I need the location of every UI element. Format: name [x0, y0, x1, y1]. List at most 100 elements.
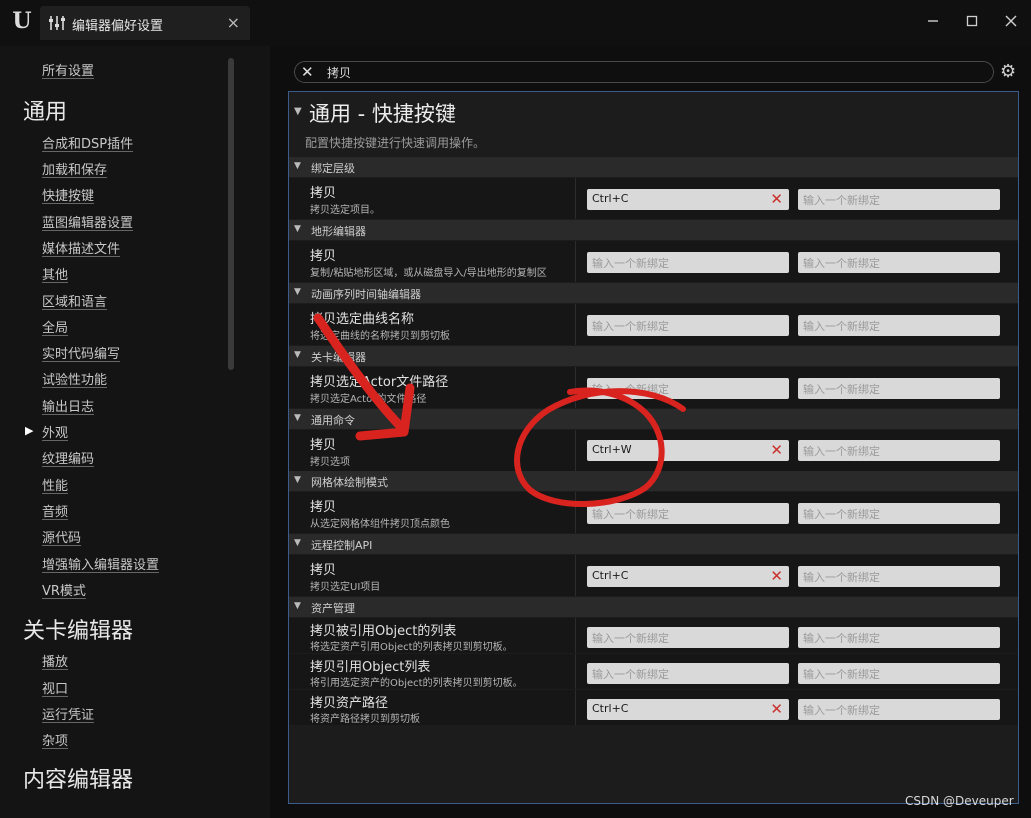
clear-binding-icon[interactable]: ✕ — [770, 189, 783, 210]
category-label: 远程控制API — [311, 539, 373, 552]
binding-field-secondary[interactable]: 输入一个新绑定 — [798, 566, 1000, 587]
sidebar-item[interactable]: 增强输入编辑器设置 — [42, 554, 159, 573]
search-input[interactable] — [327, 63, 967, 81]
sidebar-item[interactable]: 蓝图编辑器设置 — [42, 212, 133, 231]
sidebar-item[interactable]: 运行凭证 — [42, 704, 94, 723]
sidebar-item[interactable]: 全局 — [42, 317, 68, 336]
binding-field-secondary[interactable]: 输入一个新绑定 — [798, 252, 1000, 273]
expand-arrow-icon[interactable]: ▶ — [25, 424, 33, 437]
binding-field-secondary[interactable]: 输入一个新绑定 — [798, 663, 1000, 684]
binding-field-primary[interactable]: Ctrl+C ✕ — [587, 566, 789, 587]
tab-close-button[interactable]: × — [227, 13, 240, 32]
collapse-triangle-icon: ▼ — [294, 350, 301, 360]
clear-binding-icon[interactable]: ✕ — [770, 566, 783, 587]
binding-placeholder: 输入一个新绑定 — [592, 668, 669, 681]
binding-field-primary[interactable]: 输入一个新绑定 — [587, 503, 789, 524]
binding-field-primary[interactable]: 输入一个新绑定 — [587, 627, 789, 648]
sidebar-item[interactable]: 播放 — [42, 651, 68, 670]
binding-field-secondary[interactable]: 输入一个新绑定 — [798, 440, 1000, 461]
settings-sidebar: 所有设置 通用 合成和DSP插件 加载和保存 快捷按键 蓝图编辑器设置 媒体描述… — [0, 46, 270, 818]
binding-field-primary[interactable]: 输入一个新绑定 — [587, 663, 789, 684]
sidebar-heading-general: 通用 — [23, 100, 68, 125]
sidebar-item[interactable]: 合成和DSP插件 — [42, 133, 133, 152]
clear-binding-icon[interactable]: ✕ — [770, 699, 783, 720]
page-description: 配置快捷按键进行快速调用操作。 — [305, 136, 486, 150]
sidebar-item-all-settings[interactable]: 所有设置 — [42, 60, 94, 79]
command-title: 拷贝 — [310, 563, 337, 578]
category-header[interactable]: ▼ 通用命令 — [289, 409, 1018, 429]
gear-icon[interactable]: ⚙ — [1000, 62, 1016, 82]
minimize-icon — [928, 20, 938, 22]
binding-field-secondary[interactable]: 输入一个新绑定 — [798, 189, 1000, 210]
binding-field-primary[interactable]: Ctrl+W ✕ — [587, 440, 789, 461]
title-bar: U 编辑器偏好设置 × — [0, 0, 1031, 46]
command-description: 从选定网格体组件拷贝顶点颜色 — [310, 519, 450, 530]
binding-field-secondary[interactable]: 输入一个新绑定 — [798, 503, 1000, 524]
sidebar-item[interactable]: 性能 — [42, 475, 68, 494]
binding-value: Ctrl+C — [592, 569, 629, 582]
editor-preferences-tab[interactable]: 编辑器偏好设置 × — [40, 6, 250, 40]
column-divider — [575, 690, 576, 725]
page-title: 通用 - 快捷按键 — [309, 102, 456, 126]
watermark: CSDN @Deveuper — [905, 794, 1014, 808]
command-title: 拷贝选定曲线名称 — [310, 312, 415, 327]
category-header[interactable]: ▼ 动画序列时间轴编辑器 — [289, 283, 1018, 303]
sidebar-item[interactable]: 杂项 — [42, 730, 68, 749]
binding-placeholder: 输入一个新绑定 — [803, 632, 880, 645]
command-description: 拷贝选项 — [310, 457, 350, 468]
category-header[interactable]: ▼ 资产管理 — [289, 597, 1018, 617]
clear-binding-icon[interactable]: ✕ — [770, 440, 783, 461]
sidebar-item[interactable]: 实时代码编写 — [42, 343, 120, 362]
binding-field-secondary[interactable]: 输入一个新绑定 — [798, 699, 1000, 720]
sidebar-item[interactable]: 输出日志 — [42, 396, 94, 415]
sidebar-item[interactable]: 媒体描述文件 — [42, 238, 120, 257]
sidebar-item-appearance[interactable]: 外观 — [42, 422, 68, 441]
sidebar-item[interactable]: VR模式 — [42, 580, 86, 599]
minimize-button[interactable] — [918, 10, 948, 32]
category-label: 绑定层级 — [311, 162, 355, 175]
binding-field-secondary[interactable]: 输入一个新绑定 — [798, 315, 1000, 336]
sidebar-item[interactable]: 快捷按键 — [42, 185, 94, 204]
sidebar-item[interactable]: 纹理编码 — [42, 448, 94, 467]
sidebar-item[interactable]: 区域和语言 — [42, 291, 107, 310]
collapse-triangle-icon: ▼ — [294, 475, 301, 485]
category-header[interactable]: ▼ 关卡编辑器 — [289, 346, 1018, 366]
binding-field-primary[interactable]: 输入一个新绑定 — [587, 378, 789, 399]
binding-placeholder: 输入一个新绑定 — [803, 194, 880, 207]
binding-field-primary[interactable]: 输入一个新绑定 — [587, 315, 789, 336]
close-icon — [1005, 15, 1017, 27]
column-divider — [575, 178, 576, 219]
command-title: 拷贝 — [310, 500, 337, 515]
sidebar-item[interactable]: 试验性功能 — [42, 369, 107, 388]
command-description: 复制/粘贴地形区域，或从磁盘导入/导出地形的复制区 — [310, 268, 547, 279]
collapse-triangle-icon: ▼ — [294, 538, 301, 548]
category-header[interactable]: ▼ 地形编辑器 — [289, 220, 1018, 240]
binding-value: Ctrl+C — [592, 192, 629, 205]
binding-field-primary[interactable]: Ctrl+C ✕ — [587, 699, 789, 720]
command-description: 将选定曲线的名称拷贝到剪切板 — [310, 331, 450, 342]
collapse-triangle-icon[interactable]: ▼ — [294, 106, 302, 117]
sidebar-item[interactable]: 视口 — [42, 678, 68, 697]
collapse-triangle-icon: ▼ — [294, 287, 301, 297]
binding-field-primary[interactable]: Ctrl+C ✕ — [587, 189, 789, 210]
sidebar-item[interactable]: 其他 — [42, 264, 68, 283]
binding-value: Ctrl+C — [592, 702, 629, 715]
settings-search-bar[interactable]: ✕ — [294, 61, 994, 83]
category-header[interactable]: ▼ 绑定层级 — [289, 157, 1018, 177]
maximize-button[interactable] — [957, 10, 987, 32]
sidebar-scrollbar[interactable] — [228, 58, 234, 370]
binding-field-primary[interactable]: 输入一个新绑定 — [587, 252, 789, 273]
binding-placeholder: 输入一个新绑定 — [803, 257, 880, 270]
binding-field-secondary[interactable]: 输入一个新绑定 — [798, 627, 1000, 648]
command-title: 拷贝引用Object列表 — [310, 660, 431, 675]
sidebar-item[interactable]: 源代码 — [42, 527, 81, 546]
close-window-button[interactable] — [996, 10, 1026, 32]
clear-search-icon[interactable]: ✕ — [301, 62, 314, 82]
binding-placeholder: 输入一个新绑定 — [592, 383, 669, 396]
sidebar-heading-level-editor: 关卡编辑器 — [23, 619, 134, 644]
sidebar-item[interactable]: 加载和保存 — [42, 159, 107, 178]
sidebar-item[interactable]: 音频 — [42, 501, 68, 520]
category-header[interactable]: ▼ 网格体绘制模式 — [289, 471, 1018, 491]
category-header[interactable]: ▼ 远程控制API — [289, 534, 1018, 554]
binding-field-secondary[interactable]: 输入一个新绑定 — [798, 378, 1000, 399]
